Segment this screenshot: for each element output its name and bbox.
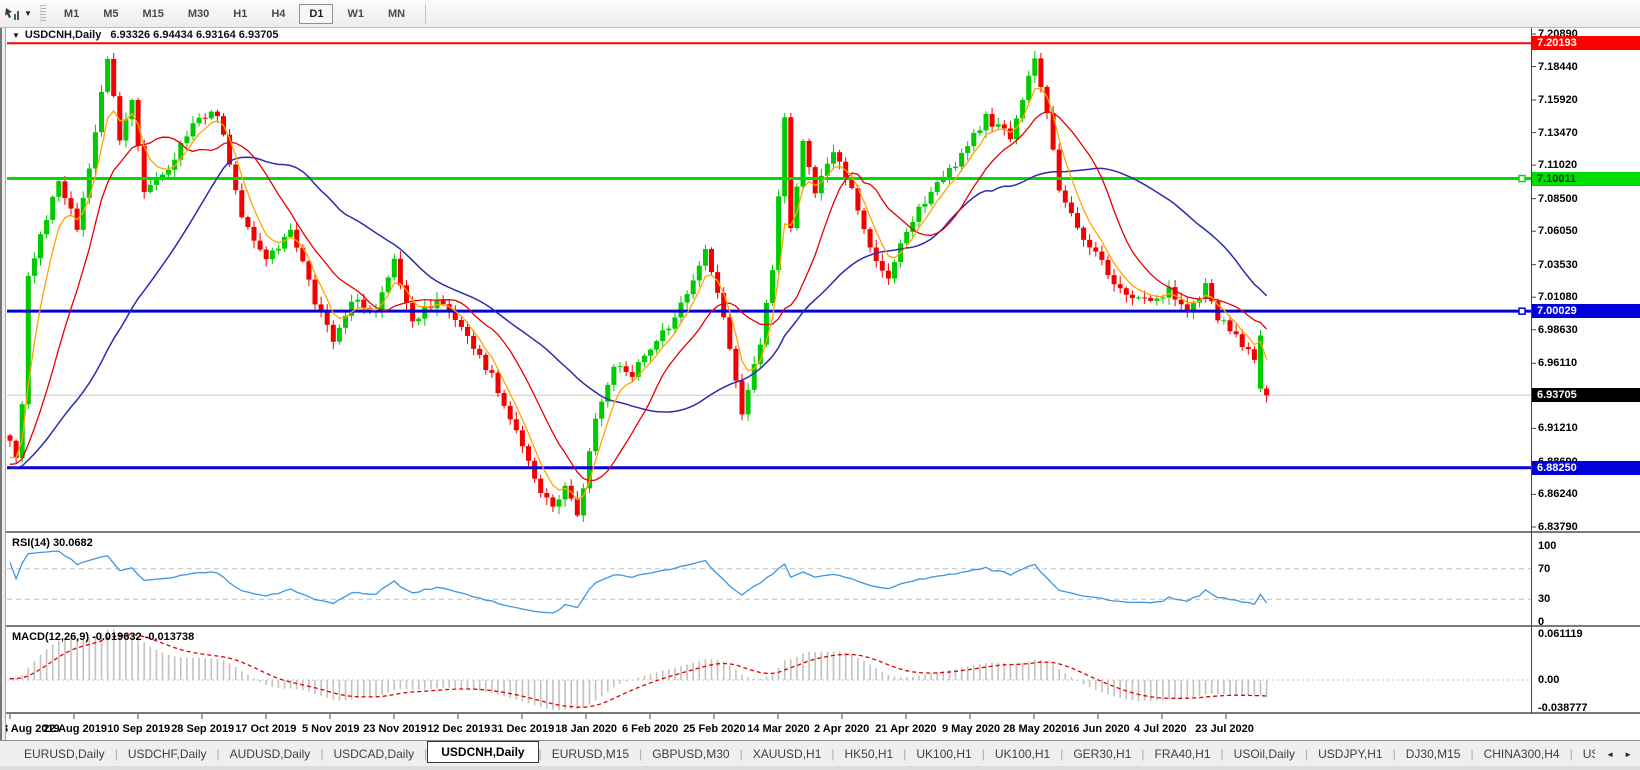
tab-uk100-h1[interactable]: UK100,H1 [906,744,981,764]
tab-usdcad-daily[interactable]: USDCAD,Daily [323,744,424,764]
tab-ger30-h1[interactable]: GER30,H1 [1063,744,1141,764]
timeframe-h4[interactable]: H4 [261,4,295,24]
tab-eurusd-daily[interactable]: EURUSD,Daily [14,744,115,764]
tab-usdcnh-daily[interactable]: USDCNH,Daily [427,741,538,763]
tab-audusd-daily[interactable]: AUDUSD,Daily [220,744,321,764]
chart-canvas[interactable] [0,0,1640,770]
tab-scroll-right-icon[interactable]: ► [1624,750,1632,759]
tab-usoil-daily[interactable]: USOil,Daily [1224,744,1305,764]
hline-handle[interactable] [1519,176,1525,182]
timeframe-w1[interactable]: W1 [337,4,374,24]
tab-scroll-left-icon[interactable]: ◄ [1606,750,1614,759]
timeframe-m15[interactable]: M15 [132,4,173,24]
tab-gbpusd-m30[interactable]: GBPUSD,M30 [642,744,739,764]
status-strip [0,766,1640,770]
toolbar-grip[interactable] [40,5,46,23]
toolbar-separator [425,4,426,24]
timeframe-mn[interactable]: MN [378,4,415,24]
tab-usdchf-daily[interactable]: USDCHF,Daily [118,744,217,764]
top-toolbar: ▼ M1M5M15M30H1H4D1W1MN [0,0,1640,28]
tab-uk100-h1[interactable]: UK100,H1 [985,744,1060,764]
tab-eurusd-m15[interactable]: EURUSD,M15 [542,744,639,764]
timeframe-m1[interactable]: M1 [54,4,89,24]
dropdown-caret-icon[interactable]: ▼ [24,9,32,18]
window-left-edge [0,27,6,770]
tab-scroll-arrows: ◄ ► [1595,741,1637,766]
timeframe-m30[interactable]: M30 [178,4,219,24]
tab-usdjpy-h1[interactable]: USDJPY,H1 [1308,744,1392,764]
timeframe-m5[interactable]: M5 [93,4,128,24]
timeframe-d1[interactable]: D1 [299,4,333,24]
tab-hk50-h1[interactable]: HK50,H1 [835,744,904,764]
tab-xauusd-h1[interactable]: XAUUSD,H1 [743,744,832,764]
tab-dj30-m15[interactable]: DJ30,M15 [1396,744,1471,764]
tab-china300-h4[interactable]: CHINA300,H4 [1474,744,1570,764]
timeframe-h1[interactable]: H1 [223,4,257,24]
cursor-tool-icon[interactable] [4,6,22,22]
tab-fra40-h1[interactable]: FRA40,H1 [1145,744,1221,764]
chart-tab-bar: EURUSD,Daily|USDCHF,Daily|AUDUSD,Daily|U… [0,740,1640,766]
hline-handle[interactable] [1519,308,1525,314]
